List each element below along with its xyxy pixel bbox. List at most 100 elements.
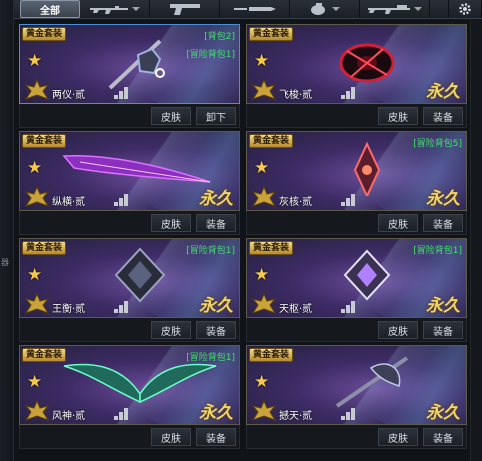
signal-bars-icon — [341, 406, 361, 420]
gold-set-badge: 黄金套装 — [22, 241, 67, 255]
scrollbar[interactable] — [470, 20, 482, 461]
bag-tag: [冒险背包1] — [186, 246, 235, 256]
weapon-card[interactable]: 黄金套装 [冒险背包5] ★ 灰核·贰 永久 皮肤 装备 — [246, 131, 467, 235]
weapon-art: 黄金套装 [背包2] [冒险背包1] ★ 两仪·贰 — [19, 24, 240, 104]
knife-icon — [233, 5, 277, 13]
gold-set-badge: 黄金套装 — [249, 348, 294, 362]
permanent-label: 永久 — [199, 403, 233, 423]
signal-bars-icon — [114, 85, 134, 99]
equip-button[interactable]: 装备 — [423, 107, 463, 125]
weapon-art: 黄金套装 [冒险背包5] ★ 灰核·贰 永久 — [246, 131, 467, 211]
signal-bars-icon — [341, 299, 361, 313]
weapon-art: 黄金套装 [冒险背包1] ★ 风神·贰 永久 — [19, 345, 240, 425]
skin-button[interactable]: 皮肤 — [378, 214, 418, 232]
equip-button[interactable]: 装备 — [423, 214, 463, 232]
inventory-panel: { "topbar": { "all_tab": "全部", "tabs": [… — [0, 0, 482, 461]
signal-bars-icon — [114, 299, 134, 313]
tab-pistol[interactable] — [150, 0, 220, 18]
weapon-card[interactable]: 黄金套装 ★ 飞梭·贰 永久 皮肤 装备 — [246, 24, 467, 128]
permanent-label: 永久 — [426, 189, 460, 209]
weapon-name: 天枢·贰 — [279, 304, 313, 315]
tab-sniper[interactable] — [360, 0, 430, 18]
skin-button[interactable]: 皮肤 — [151, 428, 191, 446]
star-icon: ★ — [27, 372, 43, 392]
gear-icon — [458, 2, 472, 16]
gold-set-badge: 黄金套装 — [249, 134, 294, 148]
weapon-card[interactable]: 黄金套装 [冒险背包1] ★ 风神·贰 永久 皮肤 装备 — [19, 345, 240, 449]
tab-knife[interactable] — [220, 0, 290, 18]
card-actions: 皮肤 装备 — [246, 425, 467, 449]
bag-tag: [背包2] — [204, 32, 235, 42]
settings-button[interactable] — [448, 0, 482, 18]
star-icon: ★ — [27, 265, 43, 285]
weapon-image — [287, 33, 447, 89]
card-actions: 皮肤 装备 — [246, 104, 467, 128]
chevron-down-icon — [332, 7, 340, 11]
equip-button[interactable]: 装备 — [423, 321, 463, 339]
permanent-label: 永久 — [426, 296, 460, 316]
bag-tag: [冒险背包1] — [186, 353, 235, 363]
bag-tag-secondary: [冒险背包1] — [186, 50, 235, 60]
tab-grenade[interactable] — [290, 0, 360, 18]
skin-button[interactable]: 皮肤 — [378, 321, 418, 339]
skin-button[interactable]: 皮肤 — [151, 107, 191, 125]
permanent-label: 永久 — [199, 189, 233, 209]
permanent-label: 永久 — [426, 82, 460, 102]
skin-button[interactable]: 皮肤 — [378, 428, 418, 446]
signal-bars-icon — [114, 406, 134, 420]
rank-emblem-icon — [251, 185, 277, 208]
equip-button[interactable]: 装备 — [423, 428, 463, 446]
weapon-name: 王衡·贰 — [52, 304, 86, 315]
equip-button[interactable]: 装备 — [196, 428, 236, 446]
weapon-art: 黄金套装 [冒险背包1] ★ 王衡·贰 永久 — [19, 238, 240, 318]
skin-button[interactable]: 皮肤 — [378, 107, 418, 125]
signal-bars-icon — [341, 85, 361, 99]
rank-emblem-icon — [251, 399, 277, 422]
equip-button[interactable]: 装备 — [196, 214, 236, 232]
equip-button[interactable]: 卸下 — [196, 107, 236, 125]
permanent-label: 永久 — [426, 403, 460, 423]
star-icon: ★ — [254, 265, 270, 285]
bag-tag: [冒险背包1] — [413, 246, 462, 256]
chevron-down-icon — [132, 7, 140, 11]
card-actions: 皮肤 卸下 — [19, 104, 240, 128]
weapon-name: 灰核·贰 — [279, 197, 313, 208]
rank-emblem-icon — [251, 292, 277, 315]
rank-emblem-icon — [24, 78, 50, 101]
star-icon: ★ — [27, 51, 43, 71]
grenade-icon — [309, 2, 329, 16]
weapon-card[interactable]: 黄金套装 ★ 撼天·贰 永久 皮肤 装备 — [246, 345, 467, 449]
gold-set-badge: 黄金套装 — [249, 27, 294, 41]
sniper-icon — [367, 3, 411, 15]
star-icon: ★ — [27, 158, 43, 178]
weapon-art: 黄金套装 ★ 撼天·贰 永久 — [246, 345, 467, 425]
card-actions: 皮肤 装备 — [246, 318, 467, 342]
chevron-down-icon — [414, 7, 422, 11]
pistol-icon — [168, 2, 202, 16]
equip-button[interactable]: 装备 — [196, 321, 236, 339]
gold-set-badge: 黄金套装 — [22, 348, 67, 362]
rank-emblem-icon — [24, 292, 50, 315]
star-icon: ★ — [254, 158, 270, 178]
weapon-name: 风神·贰 — [52, 411, 86, 422]
weapon-art: 黄金套装 ★ 纵横·贰 永久 — [19, 131, 240, 211]
category-tabbar: 全部 — [14, 0, 482, 19]
weapon-name: 撼天·贰 — [279, 411, 313, 422]
skin-button[interactable]: 皮肤 — [151, 214, 191, 232]
weapon-card[interactable]: 黄金套装 ★ 纵横·贰 永久 皮肤 装备 — [19, 131, 240, 235]
signal-bars-icon — [114, 192, 134, 206]
gold-set-badge: 黄金套装 — [22, 134, 67, 148]
weapon-card[interactable]: 黄金套装 [冒险背包1] ★ 王衡·贰 永久 皮肤 装备 — [19, 238, 240, 342]
weapon-name: 飞梭·贰 — [279, 90, 313, 101]
weapon-card[interactable]: 黄金套装 [冒险背包1] ★ 天枢·贰 永久 皮肤 装备 — [246, 238, 467, 342]
signal-bars-icon — [341, 192, 361, 206]
star-icon: ★ — [254, 372, 270, 392]
gold-set-badge: 黄金套装 — [22, 27, 67, 41]
star-icon: ★ — [254, 51, 270, 71]
skin-button[interactable]: 皮肤 — [151, 321, 191, 339]
weapon-card[interactable]: 黄金套装 [背包2] [冒险背包1] ★ 两仪·贰 皮肤 卸下 — [19, 24, 240, 128]
rank-emblem-icon — [251, 78, 277, 101]
tab-all[interactable]: 全部 — [20, 0, 80, 18]
tab-rifle[interactable] — [80, 0, 150, 18]
card-actions: 皮肤 装备 — [19, 211, 240, 235]
